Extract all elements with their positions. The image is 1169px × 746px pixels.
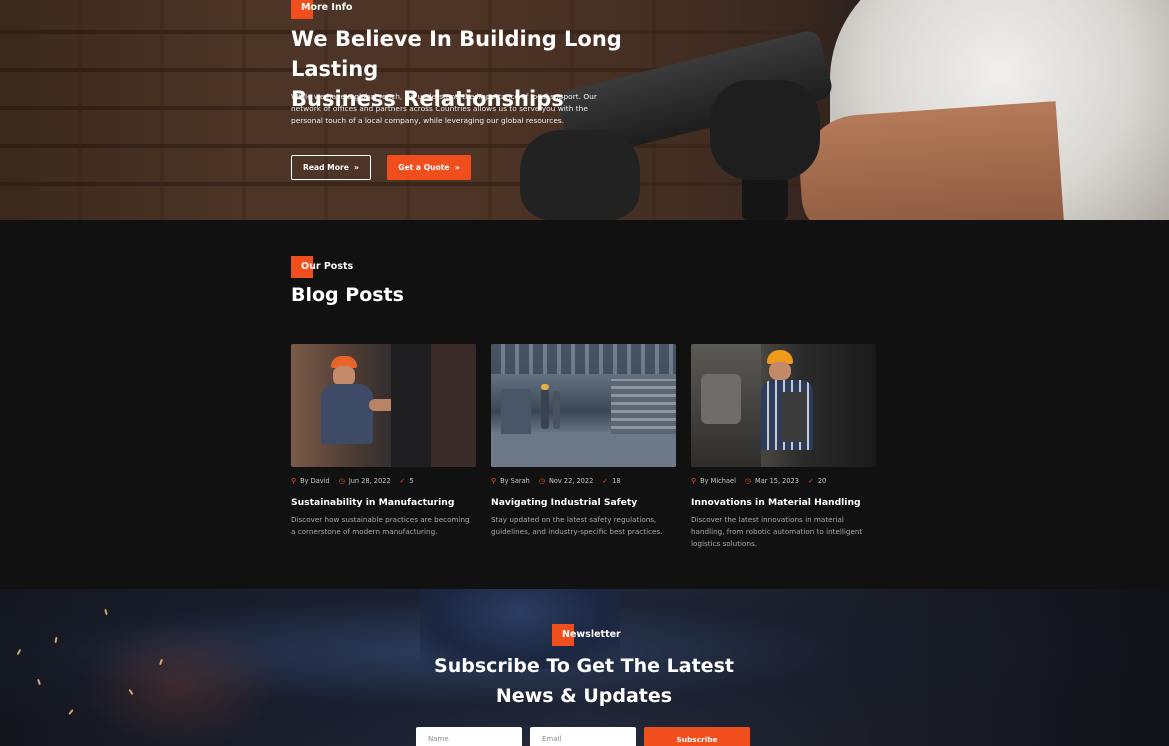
user-icon: ⚲ [491, 477, 497, 485]
name-field[interactable] [416, 727, 522, 746]
spark-decoration [54, 636, 58, 644]
blog-meta: ⚲ By David ◷ Jun 28, 2022 ✓ 5 [291, 476, 476, 486]
likes-meta: ✓ 20 [808, 477, 826, 485]
blog-card[interactable]: ⚲ By Michael ◷ Mar 15, 2023 ✓ 20 Innovation… [691, 344, 876, 550]
newsletter-label: Newsletter [562, 629, 621, 640]
like-count: 5 [409, 477, 414, 485]
like-count: 18 [612, 477, 621, 485]
blog-title: Blog Posts [291, 284, 404, 306]
blog-card-title[interactable]: Sustainability in Manufacturing [291, 497, 476, 508]
blog-card-title[interactable]: Innovations in Material Handling [691, 497, 876, 508]
hero-title-line1: We Believe In Building Long Lasting [291, 27, 622, 81]
blog-thumbnail-worker-machine[interactable] [291, 344, 476, 467]
date-meta: ◷ Mar 15, 2023 [745, 477, 799, 485]
blog-card-title[interactable]: Navigating Industrial Safety [491, 497, 676, 508]
blog-meta: ⚲ By Michael ◷ Mar 15, 2023 ✓ 20 [691, 476, 876, 486]
date-meta: ◷ Jun 28, 2022 [339, 477, 391, 485]
grinder-background-image [80, 619, 280, 746]
glove-right-image [710, 80, 820, 180]
post-date: Nov 22, 2022 [548, 477, 594, 485]
newsletter-title-line2: News & Updates [495, 685, 673, 707]
blog-card-excerpt: Stay updated on the latest safety regula… [491, 515, 663, 536]
subscribe-button[interactable]: Subscribe [644, 727, 750, 746]
blog-thumbnail-warehouse[interactable] [491, 344, 676, 467]
spark-decoration [68, 709, 74, 715]
double-chevron-right-icon: » [454, 162, 460, 172]
post-date: Mar 15, 2023 [755, 477, 799, 485]
author-meta: ⚲ By Sarah [491, 477, 530, 485]
thumbs-up-icon: ✓ [602, 477, 609, 485]
author-name: By Sarah [500, 477, 530, 485]
get-a-quote-label: Get a Quote [398, 163, 450, 172]
likes-meta: ✓ 18 [602, 477, 620, 485]
author-meta: ⚲ By David [291, 477, 330, 485]
newsletter-tag: Newsletter [552, 624, 621, 646]
glove-left-image [520, 130, 640, 220]
hero-description: While we have a global reach, we underst… [291, 92, 597, 125]
user-icon: ⚲ [291, 477, 297, 485]
clock-icon: ◷ [744, 477, 752, 485]
blog-card-excerpt: Discover the latest innovations in mater… [691, 515, 863, 548]
hero-section: More Info We Believe In Building Long La… [0, 0, 1169, 220]
worker-arm-image [796, 101, 1064, 220]
spark-decoration [16, 648, 22, 656]
newsletter-title: Subscribe To Get The Latest News & Updat… [384, 651, 784, 711]
blog-card[interactable]: ⚲ By Sarah ◷ Nov 22, 2022 ✓ 18 Navigating I… [491, 344, 676, 538]
date-meta: ◷ Nov 22, 2022 [539, 477, 593, 485]
our-posts-tag: Our Posts [291, 256, 353, 278]
read-more-button[interactable]: Read More » [291, 155, 371, 180]
author-meta: ⚲ By Michael [691, 477, 736, 485]
post-date: Jun 28, 2022 [348, 477, 391, 485]
like-count: 20 [817, 477, 827, 485]
blog-card[interactable]: ⚲ By David ◷ Jun 28, 2022 ✓ 5 Sustainabilit… [291, 344, 476, 538]
clock-icon: ◷ [538, 477, 545, 485]
author-name: By Michael [700, 477, 736, 485]
thumbs-up-icon: ✓ [807, 477, 814, 485]
user-icon: ⚲ [691, 477, 697, 485]
newsletter-section: Newsletter Subscribe To Get The Latest N… [0, 589, 1169, 746]
more-info-label: More Info [301, 2, 353, 13]
newsletter-title-line1: Subscribe To Get The Latest [434, 655, 734, 677]
blog-section: Our Posts Blog Posts ⚲ By David ◷ Jun 28, … [0, 220, 1169, 589]
likes-meta: ✓ 5 [400, 477, 414, 485]
spark-decoration [104, 608, 108, 616]
blog-meta: ⚲ By Sarah ◷ Nov 22, 2022 ✓ 18 [491, 476, 676, 486]
email-field[interactable] [530, 727, 636, 746]
author-name: By David [300, 477, 330, 485]
our-posts-label: Our Posts [301, 261, 354, 272]
blog-thumbnail-worker-tablet[interactable] [691, 344, 876, 467]
get-a-quote-button[interactable]: Get a Quote » [387, 155, 471, 180]
blog-card-excerpt: Discover how sustainable practices are b… [291, 515, 470, 536]
read-more-label: Read More [302, 163, 349, 172]
double-chevron-right-icon: » [353, 162, 360, 172]
thumbs-up-icon: ✓ [399, 477, 406, 485]
clock-icon: ◷ [338, 477, 345, 485]
spark-decoration [37, 678, 41, 686]
more-info-tag: More Info [291, 0, 352, 19]
